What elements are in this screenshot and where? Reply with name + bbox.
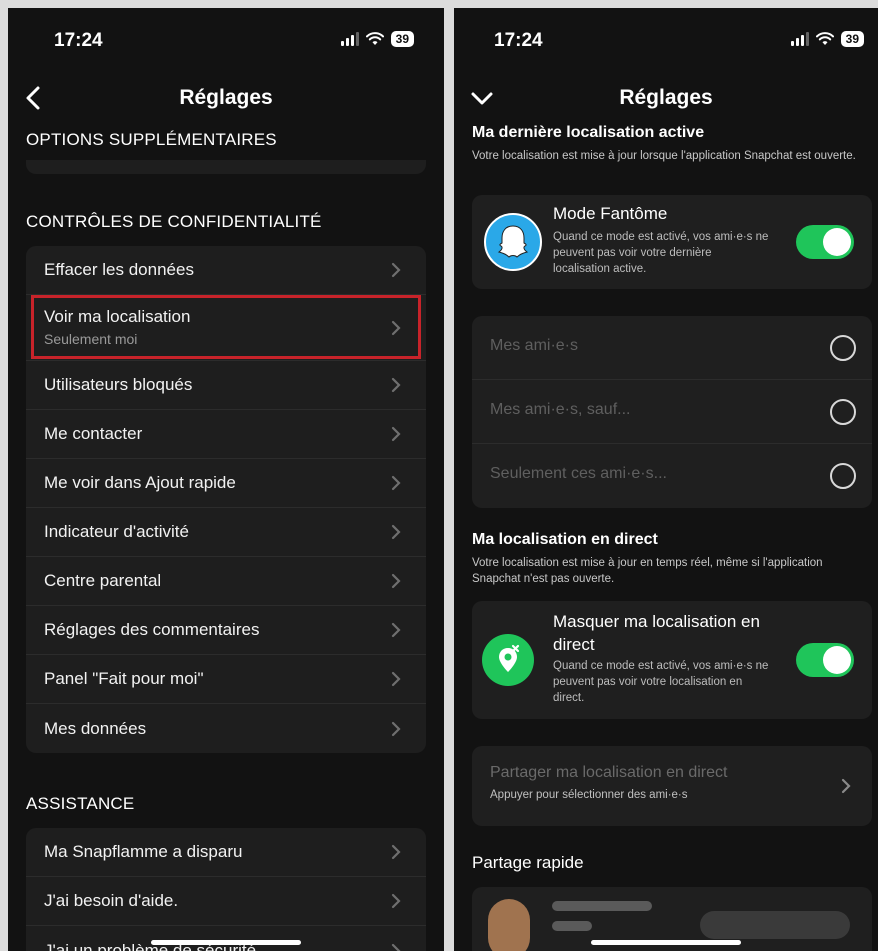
ghost-mode-title: Mode Fantôme	[553, 204, 668, 223]
row-activity-indicator[interactable]: Indicateur d'activité	[26, 508, 426, 557]
chevron-right-icon	[391, 377, 401, 393]
row-label: Effacer les données	[44, 260, 194, 279]
section-header-options: OPTIONS SUPPLÉMENTAIRES	[26, 130, 277, 149]
home-indicator	[591, 940, 741, 945]
chevron-right-icon	[391, 943, 401, 951]
row-safety-issue[interactable]: J'ai un problème de sécurité	[26, 926, 426, 951]
chevron-right-icon	[391, 671, 401, 687]
status-bar: 17:24 39	[8, 8, 444, 72]
row-label: Mes données	[44, 718, 147, 738]
option-label: Mes ami·e·s, sauf...	[490, 401, 631, 418]
chevron-right-icon	[841, 778, 851, 794]
row-label: Panel "Fait pour moi"	[44, 669, 204, 688]
wifi-icon	[365, 32, 384, 45]
chevron-right-icon	[391, 475, 401, 491]
settings-screen-right: 17:24 39 Réglages Ma dernière localisati…	[454, 8, 878, 951]
chevron-right-icon	[391, 426, 401, 442]
options-card-remnant	[26, 160, 426, 174]
support-list: Ma Snapflamme a disparu J'ai besoin d'ai…	[26, 828, 426, 951]
option-label: Mes ami·e·s	[490, 337, 579, 354]
section-header-support: ASSISTANCE	[26, 794, 135, 813]
chevron-right-icon	[391, 844, 401, 860]
row-label: Utilisateurs bloqués	[44, 375, 193, 394]
radio-button[interactable]	[830, 463, 856, 489]
chevron-right-icon	[391, 622, 401, 638]
blurred-subtitle	[552, 921, 592, 931]
nav-bar: Réglages	[8, 74, 444, 122]
row-label: Réglages des commentaires	[44, 620, 260, 639]
row-contact-me[interactable]: Me contacter	[26, 410, 426, 459]
live-location-icon	[482, 634, 534, 686]
radio-button[interactable]	[830, 335, 856, 361]
quick-share-title: Partage rapide	[472, 853, 584, 872]
status-time: 17:24	[494, 30, 543, 51]
row-made-for-me-panel[interactable]: Panel "Fait pour moi"	[26, 655, 426, 704]
settings-screen-left: 17:24 39 Réglages OPTIONS SUPPLÉMENTAIRE…	[8, 8, 444, 951]
battery-icon: 39	[840, 31, 864, 47]
chevron-right-icon	[391, 721, 401, 736]
chevron-right-icon	[391, 573, 401, 589]
ghost-mode-toggle[interactable]	[796, 225, 854, 259]
row-parental-center[interactable]: Centre parental	[26, 557, 426, 606]
share-live-row[interactable]: Partager ma localisation en direct Appuy…	[472, 746, 872, 826]
live-location-desc: Votre localisation est mise à jour en te…	[472, 557, 823, 585]
row-blocked-users[interactable]: Utilisateurs bloqués	[26, 361, 426, 410]
status-bar: 17:24 39	[454, 8, 878, 72]
row-quick-add[interactable]: Me voir dans Ajout rapide	[26, 459, 426, 508]
row-comment-settings[interactable]: Réglages des commentaires	[26, 606, 426, 655]
share-live-title: Partager ma localisation en direct	[490, 764, 728, 781]
row-label: Me contacter	[44, 424, 143, 443]
audience-option-friends-except[interactable]: Mes ami·e·s, sauf...	[472, 380, 872, 444]
page-title: Réglages	[619, 86, 713, 109]
row-label: J'ai besoin d'aide.	[44, 891, 179, 910]
row-snapstreak-lost[interactable]: Ma Snapflamme a disparu	[26, 828, 426, 877]
signal-icon	[790, 32, 809, 46]
chevron-right-icon	[391, 893, 401, 909]
highlight-box	[31, 295, 421, 359]
hide-live-title: Masquer ma localisation en direct	[553, 612, 760, 654]
ghost-mode-card: Mode Fantôme Quand ce mode est activé, v…	[472, 195, 872, 289]
row-label: Centre parental	[44, 571, 162, 590]
last-location-desc: Votre localisation est mise à jour lorsq…	[472, 150, 856, 162]
share-live-sub: Appuyer pour sélectionner des ami·e·s	[490, 789, 688, 801]
audience-option-friends[interactable]: Mes ami·e·s	[472, 316, 872, 380]
last-location-title: Ma dernière localisation active	[472, 124, 705, 141]
signal-icon	[340, 32, 359, 46]
row-clear-data[interactable]: Effacer les données	[26, 246, 426, 295]
home-indicator	[151, 940, 301, 945]
wifi-icon	[815, 32, 834, 45]
radio-button[interactable]	[830, 399, 856, 425]
row-need-help[interactable]: J'ai besoin d'aide.	[26, 877, 426, 926]
hide-live-toggle[interactable]	[796, 643, 854, 677]
share-live-chip[interactable]	[700, 911, 850, 939]
nav-bar: Réglages	[454, 74, 878, 122]
section-header-privacy: CONTRÔLES DE CONFIDENTIALITÉ	[26, 212, 322, 231]
hide-live-desc: Quand ce mode est activé, vos ami·e·s ne…	[553, 660, 769, 704]
hide-live-card: Masquer ma localisation en direct Quand …	[472, 601, 872, 719]
row-label: Me voir dans Ajout rapide	[44, 473, 236, 492]
ghost-avatar-icon	[484, 213, 542, 271]
battery-icon: 39	[390, 31, 414, 47]
friend-avatar	[488, 899, 530, 951]
row-my-data[interactable]: Mes données	[26, 704, 426, 753]
status-time: 17:24	[54, 30, 103, 51]
option-label: Seulement ces ami·e·s...	[490, 465, 667, 482]
row-label: Indicateur d'activité	[44, 522, 189, 541]
chevron-right-icon	[391, 524, 401, 540]
audience-options-card: Mes ami·e·s Mes ami·e·s, sauf... Seuleme…	[472, 316, 872, 508]
page-title: Réglages	[179, 86, 273, 109]
blurred-name	[552, 901, 652, 911]
audience-option-only-these[interactable]: Seulement ces ami·e·s...	[472, 444, 872, 508]
live-location-title: Ma localisation en direct	[472, 531, 658, 548]
chevron-right-icon	[391, 262, 401, 278]
ghost-mode-desc: Quand ce mode est activé, vos ami·e·s ne…	[553, 231, 769, 275]
row-label: Ma Snapflamme a disparu	[44, 842, 243, 861]
